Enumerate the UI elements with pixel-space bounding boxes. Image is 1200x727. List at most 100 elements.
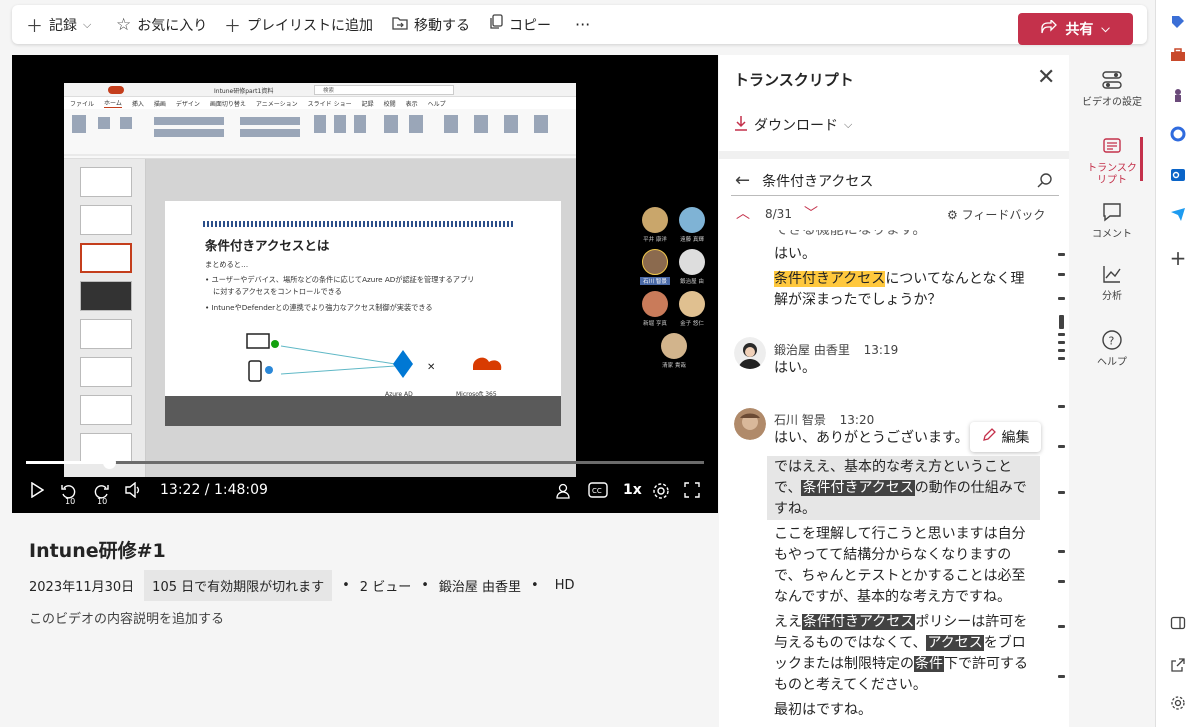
chevron-down-icon: ⌵ bbox=[83, 17, 92, 31]
ppt-search-box: 検索 bbox=[314, 85, 454, 95]
captions-icon[interactable]: CC bbox=[588, 482, 608, 502]
video-settings-tab[interactable]: ビデオの設定 bbox=[1069, 69, 1155, 109]
transcript-text: できる機能になります。 bbox=[774, 230, 927, 238]
chevron-up-icon[interactable]: ︿ bbox=[736, 203, 750, 223]
fullscreen-icon[interactable] bbox=[684, 482, 700, 502]
transcript-scroll-markers[interactable] bbox=[1058, 245, 1066, 715]
briefcase-icon[interactable] bbox=[1168, 45, 1188, 65]
transcript-search[interactable]: ← 条件付きアクセス bbox=[731, 166, 1059, 196]
transcript-text: 条件付きアクセスについてなんとなく理 bbox=[774, 269, 1024, 290]
participant-name: 新堀 亨真 bbox=[643, 321, 667, 327]
move-label: 移動する bbox=[414, 17, 470, 34]
playback-speed-button[interactable]: 1x bbox=[623, 482, 642, 498]
svg-text:?: ? bbox=[1109, 335, 1115, 348]
transcript-heading: トランスクリプト bbox=[734, 71, 854, 89]
ppt-tab: 記録 bbox=[361, 100, 374, 108]
settings-icon[interactable] bbox=[1168, 693, 1188, 713]
meta-separator: • bbox=[531, 577, 539, 593]
transcript-text: 解が深まったでしょうか？ bbox=[774, 292, 942, 308]
play-icon[interactable] bbox=[30, 481, 45, 502]
slide-diagram: ✕ bbox=[246, 333, 502, 382]
match-marker bbox=[1058, 273, 1065, 276]
split-view-icon[interactable] bbox=[1168, 613, 1188, 633]
share-label: 共有 bbox=[1065, 22, 1094, 38]
record-label: 記録 bbox=[49, 17, 77, 34]
video-meta: 2023年11月30日 105 日で有効期限が切れます • 2 ビュー • 鍛治… bbox=[29, 569, 574, 601]
seek-bar[interactable] bbox=[26, 456, 704, 469]
video-owner[interactable]: 鍛治屋 由香里 bbox=[439, 576, 521, 595]
slide-title-stripe bbox=[203, 221, 513, 227]
ppt-ribbon-tabs: ファイル ホーム 挿入 描画 デザイン 画面切り替え アニメーション スライド … bbox=[64, 97, 576, 109]
meta-separator: • bbox=[421, 577, 429, 593]
participant-avatar bbox=[679, 207, 705, 233]
timestamp[interactable]: 13:20 bbox=[840, 413, 875, 427]
download-button[interactable]: ダウンロード ⌵ bbox=[734, 115, 852, 135]
timestamp[interactable]: 13:19 bbox=[864, 343, 899, 357]
expiry-badge[interactable]: 105 日で有効期限が切れます bbox=[144, 569, 333, 601]
video-player[interactable]: Intune研修part1資料 検索 ファイル ホーム 挿入 描画 デザイン 画… bbox=[12, 55, 718, 513]
match-marker bbox=[1058, 297, 1065, 300]
transcript-text-part: をブロ bbox=[983, 635, 1026, 651]
transcript-text: はい、ありがとうございます。 bbox=[774, 430, 969, 446]
ppt-tab: 画面切り替え bbox=[209, 100, 246, 108]
record-button[interactable]: ＋ 記録 ⌵ bbox=[26, 5, 91, 44]
participant-name: 平井 康洋 bbox=[643, 237, 667, 243]
feedback-link[interactable]: ⚙ フィードバック bbox=[947, 206, 1045, 223]
add-description-link[interactable]: このビデオの内容説明を追加する bbox=[29, 608, 224, 627]
transcript-text: ックまたは制限特定の条件下で許可する bbox=[774, 654, 1028, 675]
edit-button[interactable]: 編集 bbox=[970, 422, 1041, 452]
copy-icon bbox=[489, 14, 503, 35]
outlook-icon[interactable] bbox=[1168, 165, 1188, 185]
match-count: 8/31 bbox=[765, 207, 792, 221]
scrollbar-thumb[interactable] bbox=[1059, 315, 1064, 329]
favorite-button[interactable]: ☆ お気に入り bbox=[116, 5, 207, 44]
slide-thumbnails bbox=[64, 159, 146, 477]
copilot-icon[interactable] bbox=[1168, 124, 1188, 144]
transcript-panel: トランスクリプト ✕ ダウンロード ⌵ ← 条件付きアクセス ︿ 8/31 ﹀ … bbox=[719, 55, 1069, 727]
transcript-text: 与えるものではなくて、アクセスをブロ bbox=[774, 633, 1026, 654]
transcript-text-part: 下で許可する bbox=[944, 656, 1028, 672]
transcript-text: ものと考えてください。 bbox=[774, 677, 927, 693]
match-marker bbox=[1058, 333, 1065, 336]
speaker-view-icon[interactable] bbox=[555, 482, 573, 504]
add-playlist-button[interactable]: ＋ プレイリストに追加 bbox=[224, 5, 373, 44]
speaker-name: 鍛治屋 由香里 bbox=[774, 343, 850, 357]
slide-thumbnail bbox=[80, 205, 132, 235]
forward-10-label: 10 bbox=[97, 497, 108, 506]
browser-sidebar: + bbox=[1155, 0, 1200, 727]
slide-title: 条件付きアクセスとは bbox=[205, 238, 330, 253]
transcript-list: できる機能になります。 はい。 条件付きアクセスについてなんとなく理 解が深まっ… bbox=[719, 230, 1059, 727]
volume-icon[interactable] bbox=[124, 481, 142, 502]
seek-bar-played bbox=[26, 461, 110, 464]
ppt-tab: 表示 bbox=[405, 100, 418, 108]
analytics-tab[interactable]: 分析 bbox=[1069, 263, 1155, 303]
tag-icon[interactable] bbox=[1168, 12, 1188, 32]
slide-bullet: • ユーザーやデバイス、場所などの条件に応じてAzure ADが認証を管理するア… bbox=[205, 275, 475, 284]
add-icon[interactable]: + bbox=[1168, 246, 1188, 270]
transcript-text: で、条件付きアクセスの動作の仕組みで bbox=[774, 478, 1027, 499]
search-match: 条件付きアクセス bbox=[801, 480, 915, 496]
external-link-icon[interactable] bbox=[1168, 655, 1188, 675]
gear-icon[interactable] bbox=[652, 482, 670, 504]
comments-tab[interactable]: コメント bbox=[1069, 201, 1155, 241]
send-icon[interactable] bbox=[1168, 204, 1188, 224]
view-count: 2 ビュー bbox=[359, 579, 412, 595]
video-date: 2023年11月30日 bbox=[29, 579, 135, 595]
help-tab[interactable]: ? ヘルプ bbox=[1069, 329, 1155, 369]
move-button[interactable]: 移動する bbox=[392, 5, 470, 44]
participant-name: 遠藤 真輝 bbox=[680, 237, 704, 243]
search-match: 条件付きアクセス bbox=[802, 614, 916, 630]
ppt-tab: アニメーション bbox=[255, 100, 298, 108]
share-button[interactable]: 共有 ⌵ bbox=[1018, 13, 1133, 45]
chess-icon[interactable] bbox=[1168, 86, 1188, 106]
copy-label: コピー bbox=[509, 17, 551, 34]
participant-avatar bbox=[642, 291, 668, 317]
participant-name: 金子 悠仁 bbox=[680, 321, 704, 327]
search-icon[interactable] bbox=[1037, 172, 1053, 192]
search-input[interactable]: 条件付きアクセス bbox=[762, 171, 873, 191]
close-icon[interactable]: ✕ bbox=[1037, 65, 1055, 90]
more-button[interactable]: ··· bbox=[575, 5, 590, 44]
chevron-down-icon[interactable]: ﹀ bbox=[804, 203, 818, 223]
back-arrow-icon[interactable]: ← bbox=[735, 170, 750, 191]
copy-button[interactable]: コピー bbox=[489, 5, 551, 44]
